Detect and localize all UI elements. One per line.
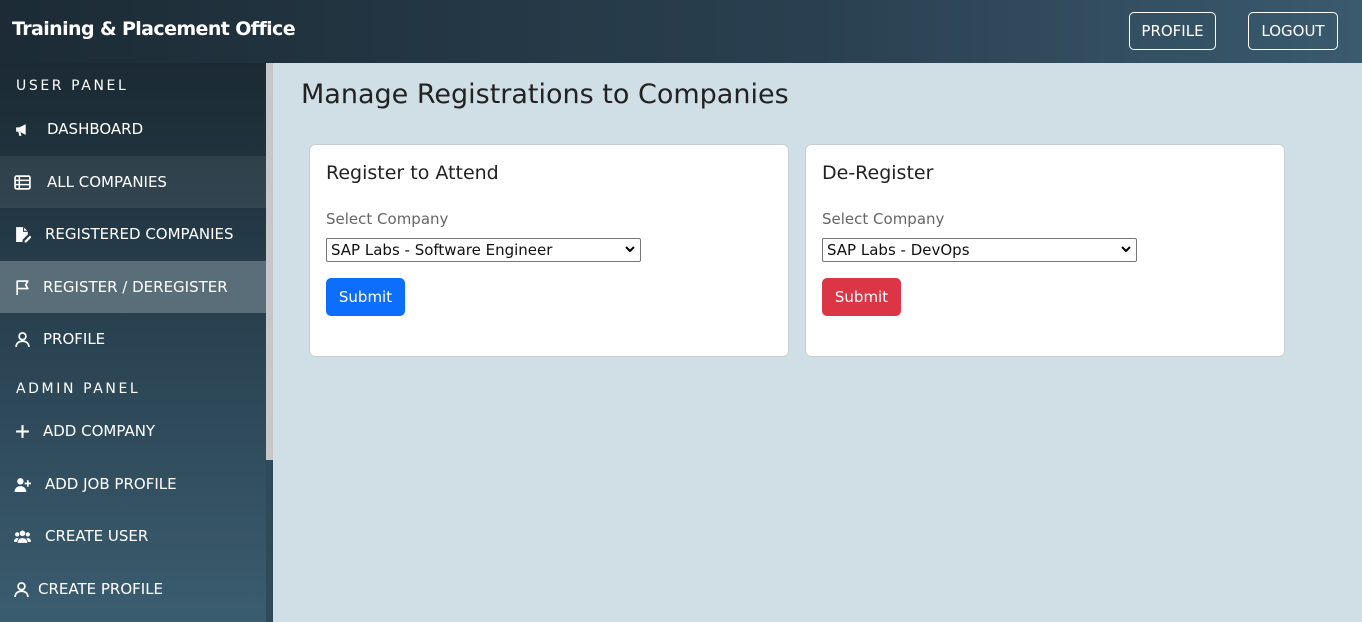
user-icon [12, 580, 30, 598]
sidebar-item-label: ADD JOB PROFILE [45, 475, 177, 493]
sidebar: USER PANEL DASHBOARD ALL COMPANIES REGIS… [0, 63, 273, 622]
deregister-card: De-Register Select Company SAP Labs - De… [805, 144, 1285, 357]
register-select-label: Select Company [326, 210, 449, 228]
sidebar-item-all-companies[interactable]: ALL COMPANIES [0, 156, 266, 208]
sidebar-item-add-job-profile[interactable]: ADD JOB PROFILE [0, 458, 266, 510]
sidebar-item-label: REGISTER / DEREGISTER [43, 278, 228, 296]
chevron-down-icon [624, 241, 636, 259]
sidebar-scrollbar-thumb[interactable] [266, 63, 273, 460]
deregister-selected-company: SAP Labs - DevOps [827, 241, 970, 259]
register-submit-button[interactable]: Submit [326, 278, 405, 316]
chevron-down-icon [1120, 241, 1132, 259]
sidebar-item-label: ADD COMPANY [43, 422, 156, 440]
sidebar-item-create-user[interactable]: CREATE USER [0, 510, 266, 562]
deregister-company-select[interactable]: SAP Labs - DevOps [822, 238, 1137, 262]
megaphone-icon [13, 120, 31, 138]
sidebar-item-profile[interactable]: PROFILE [0, 313, 266, 365]
sidebar-item-label: CREATE USER [45, 527, 149, 545]
register-selected-company: SAP Labs - Software Engineer [331, 241, 553, 259]
profile-button[interactable]: PROFILE [1129, 12, 1216, 50]
flag-icon [13, 278, 31, 296]
app-title: Training & Placement Office [12, 18, 296, 40]
sidebar-item-register-deregister[interactable]: REGISTER / DEREGISTER [0, 261, 266, 313]
list-icon [13, 173, 31, 191]
admin-panel-title: ADMIN PANEL [16, 381, 141, 397]
register-card-title: Register to Attend [326, 162, 499, 184]
user-icon [13, 330, 31, 348]
sidebar-item-label: DASHBOARD [47, 120, 144, 138]
deregister-select-label: Select Company [822, 210, 945, 228]
plus-icon [13, 422, 31, 440]
register-card: Register to Attend Select Company SAP La… [309, 144, 789, 357]
page-title: Manage Registrations to Companies [301, 79, 789, 110]
top-navbar: Training & Placement Office PROFILE LOGO… [0, 0, 1362, 63]
user-plus-icon [13, 475, 31, 493]
user-panel-title: USER PANEL [16, 78, 129, 94]
sidebar-item-create-profile[interactable]: CREATE PROFILE [0, 563, 266, 615]
logout-button[interactable]: LOGOUT [1248, 12, 1338, 50]
deregister-submit-button[interactable]: Submit [822, 278, 901, 316]
sidebar-item-label: ALL COMPANIES [47, 173, 167, 191]
sidebar-item-registered-companies[interactable]: REGISTERED COMPANIES [0, 208, 266, 260]
deregister-card-title: De-Register [822, 162, 934, 184]
sidebar-item-add-company[interactable]: ADD COMPANY [0, 405, 266, 457]
register-company-select[interactable]: SAP Labs - Software Engineer [326, 238, 641, 262]
users-icon [13, 527, 31, 545]
sidebar-item-label: REGISTERED COMPANIES [45, 225, 234, 243]
sidebar-item-dashboard[interactable]: DASHBOARD [0, 103, 266, 155]
sidebar-item-label: CREATE PROFILE [38, 580, 164, 598]
file-edit-icon [13, 225, 31, 243]
sidebar-item-label: PROFILE [43, 330, 106, 348]
